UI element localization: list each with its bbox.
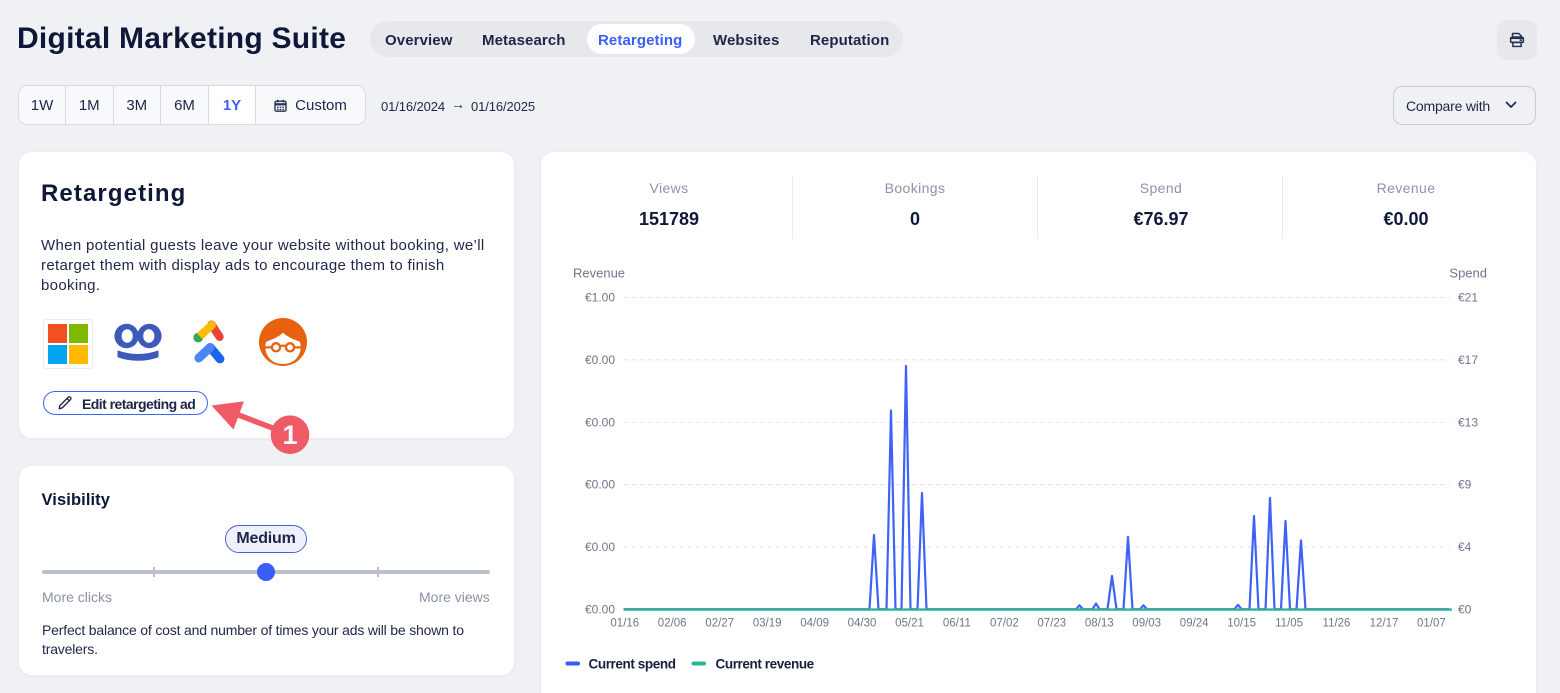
svg-text:08/13: 08/13 bbox=[1085, 618, 1114, 630]
svg-text:€0: €0 bbox=[1458, 602, 1472, 616]
svg-text:11/05: 11/05 bbox=[1275, 618, 1303, 630]
svg-text:1: 1 bbox=[282, 420, 297, 450]
svg-text:€21: €21 bbox=[1458, 291, 1478, 305]
svg-text:10/15: 10/15 bbox=[1227, 618, 1256, 630]
svg-text:€9: €9 bbox=[1458, 478, 1472, 492]
svg-text:Revenue: Revenue bbox=[573, 266, 625, 281]
svg-text:€4: €4 bbox=[1458, 540, 1472, 554]
svg-text:09/24: 09/24 bbox=[1180, 618, 1209, 630]
svg-text:01/07: 01/07 bbox=[1417, 618, 1446, 630]
svg-text:Current spend: Current spend bbox=[589, 657, 676, 672]
svg-text:07/02: 07/02 bbox=[990, 618, 1019, 630]
svg-text:01/16: 01/16 bbox=[610, 618, 639, 630]
svg-text:€0.00: €0.00 bbox=[585, 478, 615, 492]
svg-text:€0.00: €0.00 bbox=[585, 415, 615, 429]
svg-text:€0.00: €0.00 bbox=[585, 540, 615, 554]
svg-text:02/06: 02/06 bbox=[658, 618, 687, 630]
svg-text:04/30: 04/30 bbox=[848, 618, 877, 630]
svg-text:€13: €13 bbox=[1458, 415, 1478, 429]
svg-text:02/27: 02/27 bbox=[705, 618, 734, 630]
svg-text:€1.00: €1.00 bbox=[585, 291, 615, 305]
svg-text:03/19: 03/19 bbox=[753, 618, 782, 630]
svg-text:07/23: 07/23 bbox=[1037, 618, 1066, 630]
svg-text:12/17: 12/17 bbox=[1370, 618, 1399, 630]
svg-text:05/21: 05/21 bbox=[895, 618, 924, 630]
svg-text:€17: €17 bbox=[1458, 353, 1478, 367]
svg-text:Spend: Spend bbox=[1449, 266, 1487, 281]
svg-text:04/09: 04/09 bbox=[800, 618, 829, 630]
svg-text:€0.00: €0.00 bbox=[585, 353, 615, 367]
svg-text:11/26: 11/26 bbox=[1323, 618, 1351, 630]
svg-text:Current revenue: Current revenue bbox=[716, 657, 815, 672]
svg-text:€0.00: €0.00 bbox=[585, 602, 615, 616]
svg-text:06/11: 06/11 bbox=[943, 618, 971, 630]
svg-text:09/03: 09/03 bbox=[1132, 618, 1161, 630]
